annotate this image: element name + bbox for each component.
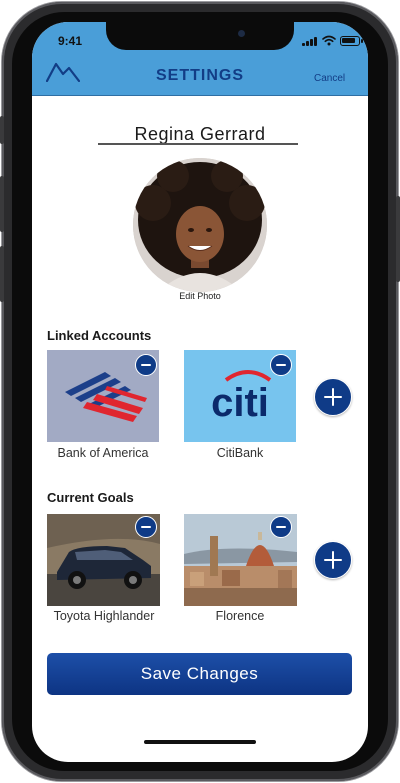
home-indicator bbox=[144, 740, 256, 744]
edit-photo-link[interactable]: Edit Photo bbox=[32, 291, 368, 301]
profile-photo-image bbox=[133, 158, 267, 292]
add-goal-button[interactable] bbox=[314, 541, 352, 579]
remove-bank-of-america-button[interactable] bbox=[135, 354, 157, 376]
user-name[interactable]: Regina Gerrard bbox=[32, 124, 368, 145]
account-label: CitiBank bbox=[216, 446, 264, 460]
device-notch bbox=[106, 22, 294, 50]
linked-accounts-heading: Linked Accounts bbox=[47, 328, 152, 343]
cellular-signal-icon bbox=[302, 36, 318, 46]
current-goals-heading: Current Goals bbox=[47, 490, 134, 505]
save-changes-button[interactable]: Save Changes bbox=[47, 653, 352, 695]
name-underline bbox=[98, 143, 298, 145]
battery-icon bbox=[340, 36, 363, 46]
cancel-button[interactable]: Cancel bbox=[314, 73, 345, 84]
mute-switch bbox=[0, 116, 4, 144]
profile-photo[interactable] bbox=[133, 158, 267, 292]
svg-text:citi: citi bbox=[211, 381, 269, 425]
goal-label: Toyota Highlander bbox=[53, 609, 155, 623]
power-button bbox=[396, 196, 400, 282]
account-label: Bank of America bbox=[57, 446, 149, 460]
goal-label: Florence bbox=[215, 609, 265, 623]
app-screen: SETTINGS Cancel 9:41 Regina Gerrard Edit… bbox=[32, 22, 368, 762]
remove-florence-button[interactable] bbox=[270, 516, 292, 538]
remove-citibank-button[interactable] bbox=[270, 354, 292, 376]
volume-up-button bbox=[0, 176, 4, 232]
remove-toyota-highlander-button[interactable] bbox=[135, 516, 157, 538]
add-account-button[interactable] bbox=[314, 378, 352, 416]
wifi-icon bbox=[322, 35, 336, 46]
status-time: 9:41 bbox=[58, 34, 83, 48]
front-camera bbox=[238, 30, 245, 37]
volume-down-button bbox=[0, 246, 4, 302]
status-icons bbox=[302, 35, 363, 46]
